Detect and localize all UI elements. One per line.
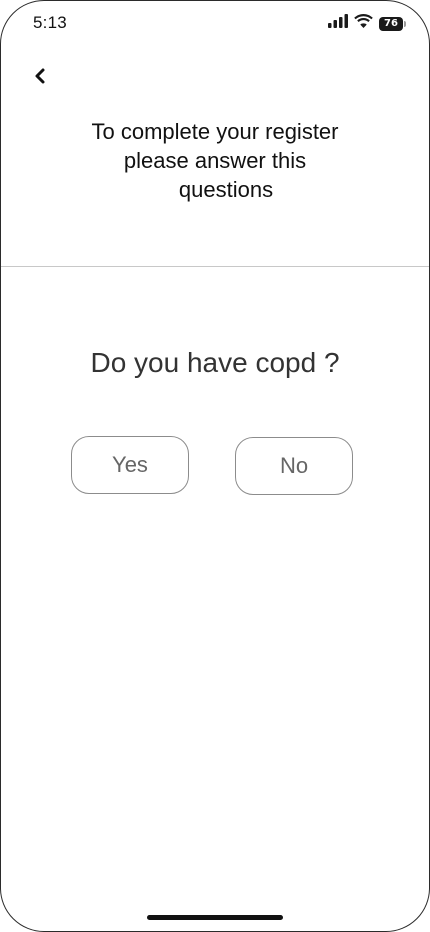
phone-screen: 5:13 76 To complete your register please… <box>0 0 430 932</box>
header-divider <box>1 266 429 267</box>
status-bar: 5:13 76 <box>1 1 429 45</box>
signal-icon <box>328 14 348 33</box>
question-text: Do you have copd ? <box>90 347 340 378</box>
page-title: To complete your register please answer … <box>41 117 389 204</box>
status-time: 5:13 <box>33 13 67 32</box>
battery-level: 76 <box>384 17 398 29</box>
wifi-icon <box>354 14 373 33</box>
back-button[interactable] <box>29 67 51 89</box>
status-icons: 76 <box>328 14 406 33</box>
page-title-line: To complete your register <box>91 119 339 144</box>
page-title-line: questions <box>178 177 274 202</box>
page-title-line: please answer this <box>123 148 307 173</box>
battery-icon: 76 <box>379 16 406 31</box>
yes-button[interactable]: Yes <box>71 436 189 494</box>
chevron-left-icon <box>33 67 47 90</box>
no-button[interactable]: No <box>235 437 353 495</box>
home-indicator[interactable] <box>147 915 283 920</box>
